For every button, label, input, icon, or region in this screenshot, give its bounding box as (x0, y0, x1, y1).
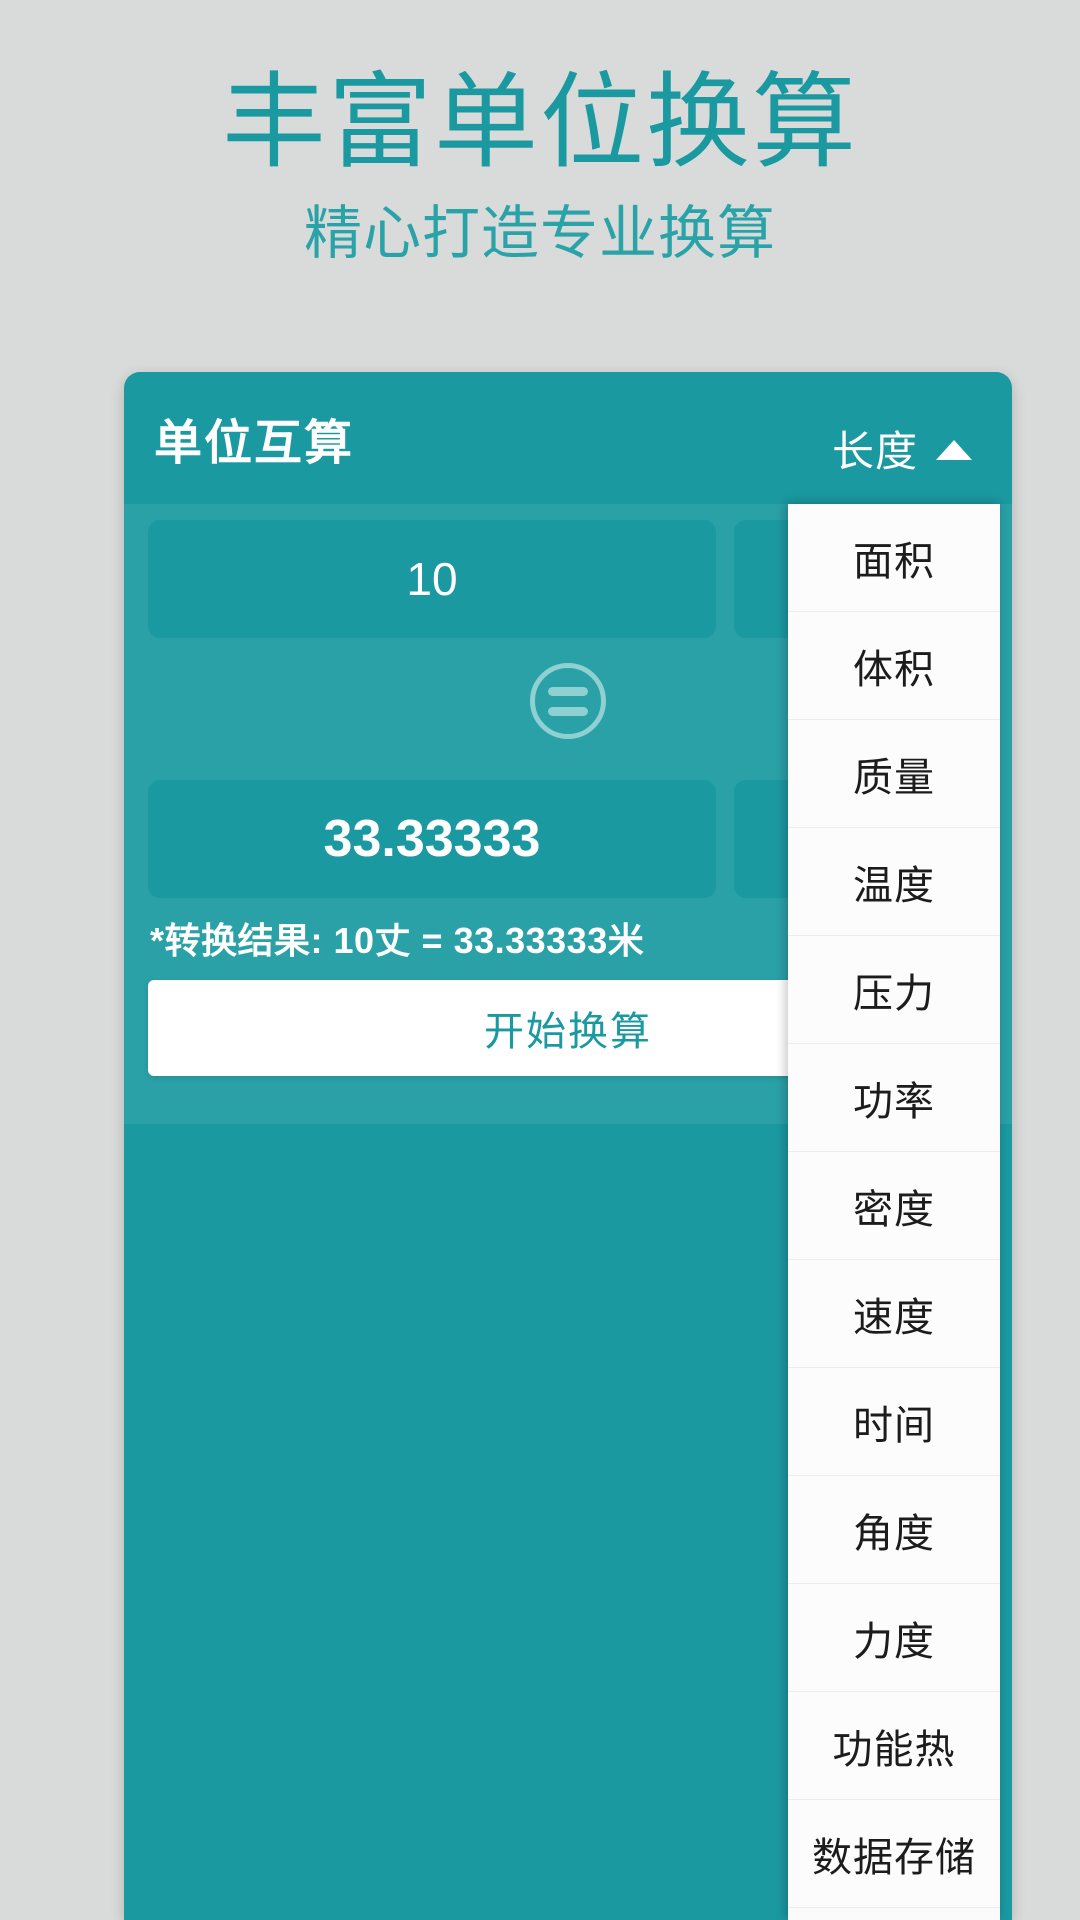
source-value-input[interactable]: 10 (148, 520, 716, 638)
dropdown-item[interactable]: 面积 (788, 504, 1000, 612)
dropdown-item-label: 速度 (853, 1295, 935, 1340)
category-dropdown[interactable]: 面积体积质量温度压力功率密度速度时间角度力度功能热数据存储 (788, 504, 1000, 1920)
category-selector-label: 长度 (831, 428, 918, 475)
dropdown-item-label: 功能热 (832, 1727, 956, 1772)
source-value-text: 10 (406, 553, 458, 605)
dropdown-item[interactable]: 数据存储 (788, 1800, 1000, 1908)
dropdown-item[interactable]: 压力 (788, 936, 1000, 1044)
promo-title: 丰富单位换算 (221, 65, 858, 181)
dropdown-item-label: 密度 (853, 1187, 935, 1232)
promo-subtitle: 精心打造专业换算 (303, 200, 776, 266)
equals-bar-bottom (548, 706, 588, 716)
dropdown-item-label: 角度 (853, 1511, 935, 1556)
start-convert-button-label: 开始换算 (484, 1010, 652, 1054)
dropdown-item[interactable]: 力度 (788, 1584, 1000, 1692)
promo-heading-block: 丰富单位换算 精心打造专业换算 (0, 0, 1080, 268)
category-selector[interactable]: 长度 (832, 418, 972, 479)
result-value-text: 33.33333 (323, 810, 541, 868)
dropdown-item[interactable]: 密度 (788, 1152, 1000, 1260)
dropdown-item[interactable]: 速度 (788, 1260, 1000, 1368)
dropdown-item-label: 温度 (853, 863, 935, 908)
app-title: 单位互算 (154, 417, 355, 470)
result-value-field[interactable]: 33.33333 (148, 780, 716, 898)
dropdown-item[interactable]: 功能热 (788, 1692, 1000, 1800)
dropdown-item[interactable]: 体积 (788, 612, 1000, 720)
dropdown-item-label: 功率 (853, 1079, 935, 1124)
dropdown-item[interactable]: 温度 (788, 828, 1000, 936)
chevron-up-icon (936, 439, 972, 460)
dropdown-item-label: 质量 (853, 755, 935, 800)
dropdown-item-label: 数据存储 (812, 1835, 976, 1880)
dropdown-item[interactable]: 角度 (788, 1476, 1000, 1584)
dropdown-item[interactable]: 功率 (788, 1044, 1000, 1152)
dropdown-item-label: 压力 (853, 971, 935, 1016)
dropdown-item-label: 体积 (853, 647, 935, 692)
equals-bar-top (548, 686, 588, 696)
dropdown-item[interactable]: 时间 (788, 1368, 1000, 1476)
dropdown-item-label: 面积 (853, 539, 935, 584)
dropdown-item[interactable]: 质量 (788, 720, 1000, 828)
dropdown-item-label: 时间 (853, 1403, 935, 1448)
dropdown-item-label: 力度 (853, 1619, 935, 1664)
equals-circle-icon (530, 663, 606, 739)
app-header: 单位互算 长度 (124, 372, 1012, 504)
